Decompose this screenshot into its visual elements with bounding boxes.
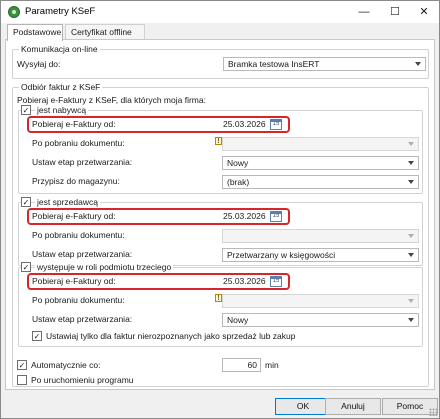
nabywca-stage-label: Ustaw etap przetwarzania: xyxy=(32,157,133,167)
section-podmiot-trzeci: ✓ występuje w roli podmiotu trzeciego Po… xyxy=(18,262,423,347)
on-startup-label: Po uruchomieniu programu xyxy=(31,375,134,385)
sprzedawca-date-input[interactable]: 25.03.2026 xyxy=(223,210,266,223)
podmiot-trzeci-after-select[interactable] xyxy=(222,294,419,308)
unrecognized-only-checkbox[interactable]: ✓ xyxy=(32,331,42,341)
resize-grip-icon[interactable] xyxy=(429,408,437,416)
sprzedawca-stage-select[interactable]: Przetwarzany w księgowości xyxy=(222,248,419,262)
send-to-select[interactable]: Bramka testowa InsERT xyxy=(223,57,426,71)
chevron-down-icon xyxy=(408,234,414,238)
group-odbior: Odbiór faktur z KSeF Pobieraj e-Faktury … xyxy=(12,82,429,387)
podmiot-trzeci-stage-value: Nowy xyxy=(227,315,249,325)
warning-icon: ! xyxy=(215,294,222,302)
close-button[interactable]: ✕ xyxy=(409,1,439,23)
chevron-down-icon xyxy=(408,180,414,184)
group-odbior-legend: Odbiór faktur z KSeF xyxy=(19,82,103,93)
dialog-window: Parametry KSeF — ☐ ✕ Podstawowe Certyfik… xyxy=(0,0,440,419)
ok-button[interactable]: OK xyxy=(275,398,331,415)
warning-icon: ! xyxy=(215,137,222,145)
section-nabywca: ✓ jest nabywcą Pobieraj e-Faktury od: 25… xyxy=(18,105,423,194)
group-komunikacja-legend: Komunikacja on-line xyxy=(19,44,100,55)
podmiot-trzeci-after-label: Po pobraniu dokumentu: xyxy=(32,295,125,305)
cancel-button[interactable]: Anuluj xyxy=(325,398,381,415)
chevron-down-icon xyxy=(415,62,421,66)
podmiot-trzeci-checkbox[interactable]: ✓ xyxy=(21,262,31,272)
nabywca-date-input[interactable]: 25.03.2026 xyxy=(223,118,266,131)
maximize-button[interactable]: ☐ xyxy=(380,1,410,23)
title-bar: Parametry KSeF — ☐ ✕ xyxy=(1,1,439,23)
nabywca-checkbox-label: jest nabywcą xyxy=(35,105,89,116)
chevron-down-icon xyxy=(408,142,414,146)
window-title: Parametry KSeF xyxy=(25,6,96,17)
auto-download-checkbox[interactable]: ✓ xyxy=(17,360,27,370)
chevron-down-icon xyxy=(408,253,414,257)
podmiot-trzeci-stage-label: Ustaw etap przetwarzania: xyxy=(32,314,133,324)
nabywca-warehouse-select[interactable]: (brak) xyxy=(222,175,419,189)
nabywca-after-select[interactable] xyxy=(222,137,419,151)
calendar-icon[interactable]: 15 xyxy=(270,119,282,130)
nabywca-warehouse-label: Przypisz do magazynu: xyxy=(32,176,120,186)
send-to-label: Wysyłaj do: xyxy=(17,59,61,69)
nabywca-checkbox[interactable]: ✓ xyxy=(21,105,31,115)
chevron-down-icon xyxy=(408,161,414,165)
sprzedawca-checkbox[interactable]: ✓ xyxy=(21,197,31,207)
calendar-icon[interactable]: 15 xyxy=(270,211,282,222)
nabywca-date-label: Pobieraj e-Faktury od: xyxy=(32,119,116,129)
podmiot-trzeci-stage-select[interactable]: Nowy xyxy=(222,313,419,327)
tab-panel: Komunikacja on-line Wysyłaj do: Bramka t… xyxy=(5,39,435,390)
podmiot-trzeci-date-label: Pobieraj e-Faktury od: xyxy=(32,276,116,286)
sprzedawca-checkbox-label: jest sprzedawcą xyxy=(35,197,100,208)
nabywca-stage-select[interactable]: Nowy xyxy=(222,156,419,170)
sprzedawca-stage-label: Ustaw etap przetwarzania: xyxy=(32,249,133,259)
sprzedawca-date-label: Pobieraj e-Faktury od: xyxy=(32,211,116,221)
auto-download-minutes-input[interactable]: 60 xyxy=(222,358,261,372)
auto-download-unit: min xyxy=(265,360,279,370)
tab-certyfikat-offline[interactable]: Certyfikat offline xyxy=(65,24,145,40)
podmiot-trzeci-checkbox-label: występuje w roli podmiotu trzeciego xyxy=(35,262,174,273)
calendar-icon[interactable]: 15 xyxy=(270,276,282,287)
podmiot-trzeci-date-input[interactable]: 25.03.2026 xyxy=(223,275,266,288)
nabywca-after-label: Po pobraniu dokumentu: xyxy=(32,138,125,148)
tab-podstawowe[interactable]: Podstawowe xyxy=(7,24,63,41)
on-startup-checkbox[interactable] xyxy=(17,375,27,385)
send-to-value: Bramka testowa InsERT xyxy=(228,59,320,69)
nabywca-stage-value: Nowy xyxy=(227,158,249,168)
app-icon xyxy=(8,6,20,18)
auto-download-label: Automatycznie co: xyxy=(31,360,101,370)
chevron-down-icon xyxy=(408,299,414,303)
chevron-down-icon xyxy=(408,318,414,322)
sprzedawca-stage-value: Przetwarzany w księgowości xyxy=(227,250,336,260)
sprzedawca-after-select[interactable] xyxy=(222,229,419,243)
sprzedawca-after-label: Po pobraniu dokumentu: xyxy=(32,230,125,240)
section-sprzedawca: ✓ jest sprzedawcą Pobieraj e-Faktury od:… xyxy=(18,197,423,266)
unrecognized-only-label: Ustawiaj tylko dla faktur nierozpoznanyc… xyxy=(46,331,296,341)
group-komunikacja: Komunikacja on-line Wysyłaj do: Bramka t… xyxy=(12,44,429,79)
nabywca-warehouse-value: (brak) xyxy=(227,177,250,187)
minimize-button[interactable]: — xyxy=(349,1,379,23)
